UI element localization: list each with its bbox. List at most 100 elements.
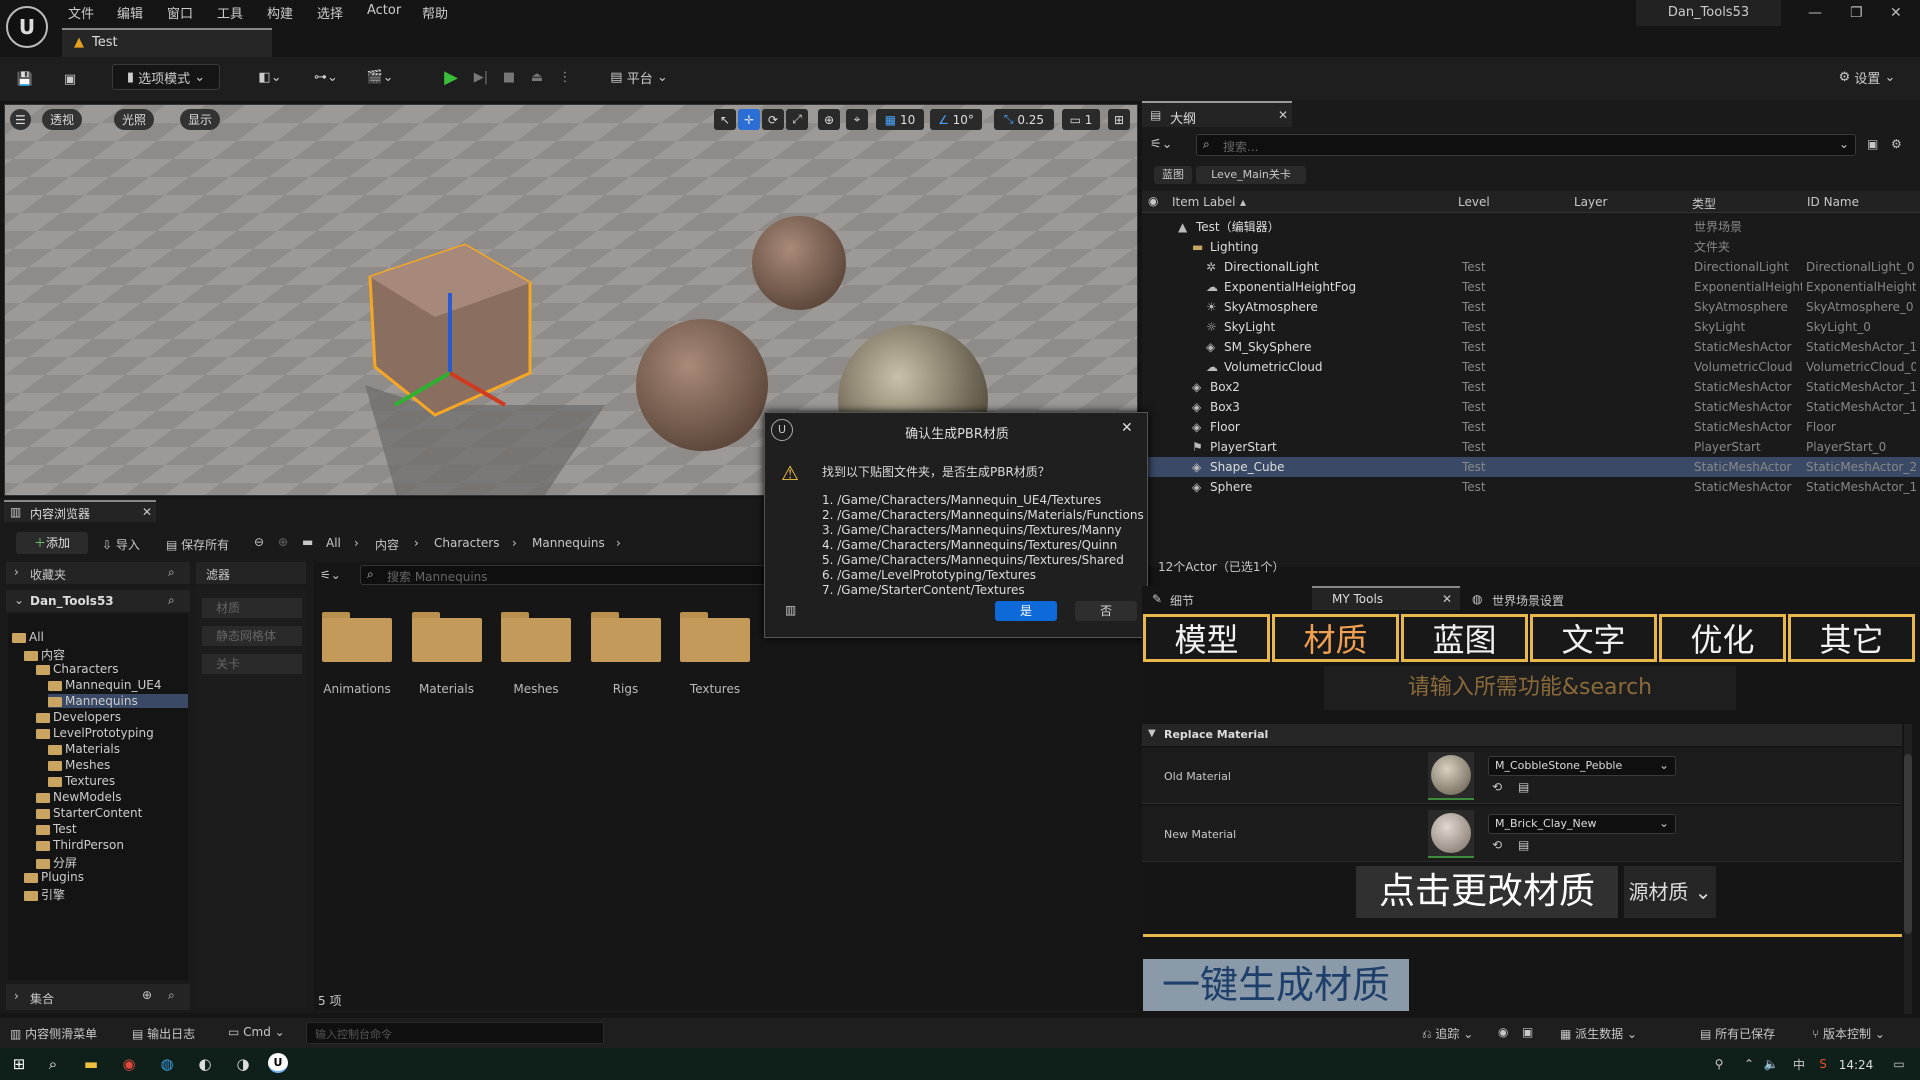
mytools-close-icon[interactable]: ✕ bbox=[1442, 592, 1452, 606]
unreal-logo-icon[interactable]: U bbox=[6, 6, 48, 48]
scale-icon[interactable]: ⤢ bbox=[786, 109, 808, 130]
details-tab[interactable]: ✎ 细节 bbox=[1150, 590, 1300, 610]
outliner-search[interactable]: ⌕ 搜索... ⌄ bbox=[1196, 134, 1856, 156]
folder-icon[interactable] bbox=[411, 612, 482, 662]
outliner-row[interactable]: ☼ SkyLight Test SkyLight SkyLight_0 bbox=[1142, 317, 1920, 337]
menu-actor[interactable]: Actor bbox=[367, 3, 401, 18]
col-level[interactable]: Level bbox=[1458, 195, 1490, 209]
save-icon[interactable]: 💾 bbox=[14, 66, 36, 92]
version-control-dropdown[interactable]: ⑂ 版本控制 ⌄ bbox=[1812, 1025, 1885, 1042]
browse-icon[interactable]: ▣ bbox=[58, 66, 82, 92]
tab-model[interactable]: 模型 bbox=[1143, 614, 1270, 662]
minimize-icon[interactable]: — bbox=[1808, 5, 1822, 21]
show-button[interactable]: 显示 bbox=[180, 109, 221, 130]
menu-file[interactable]: 文件 bbox=[68, 3, 94, 22]
console-input[interactable]: 输入控制台命令 bbox=[306, 1022, 604, 1044]
clipboard-icon[interactable]: ▥ bbox=[785, 603, 796, 617]
unreal-taskbar-icon[interactable]: U bbox=[268, 1053, 288, 1073]
add-collection-icon[interactable]: ⊕ bbox=[142, 988, 152, 1002]
menu-tools[interactable]: 工具 bbox=[217, 3, 243, 22]
save-status[interactable]: ▤ 所有已保存 bbox=[1700, 1025, 1775, 1042]
chip-level[interactable]: Leve_Main关卡 bbox=[1196, 166, 1306, 184]
outliner-row[interactable]: ◈ Shape_Cube Test StaticMeshActor StaticMesh… bbox=[1142, 457, 1920, 477]
dialog-close-icon[interactable]: ✕ bbox=[1121, 420, 1133, 436]
rotate-icon[interactable]: ⟳ bbox=[762, 109, 784, 130]
tree-item[interactable]: StarterContent bbox=[36, 806, 142, 820]
angle-snap[interactable]: ∠ 10° bbox=[930, 109, 982, 130]
outliner-row[interactable]: ▬ Lighting 文件夹 bbox=[1142, 237, 1920, 257]
edge-icon[interactable]: ◍ bbox=[156, 1053, 178, 1075]
add-folder-icon[interactable]: ▣ bbox=[1867, 137, 1878, 151]
crumb-characters[interactable]: Characters bbox=[434, 536, 500, 550]
viewport-menu-icon[interactable]: ☰ bbox=[10, 109, 31, 130]
tree-item[interactable]: Mannequins bbox=[48, 694, 188, 708]
collections-header[interactable]: › 集合 ⊕ ⌕ bbox=[6, 984, 190, 1010]
menu-edit[interactable]: 编辑 bbox=[117, 3, 143, 22]
scale-snap[interactable]: ⤡ 0.25 bbox=[994, 109, 1054, 130]
save-all-button[interactable]: ▤ 保存所有 bbox=[166, 536, 229, 553]
folder-icon[interactable] bbox=[590, 612, 661, 662]
generate-material-button[interactable]: 一键生成材质 bbox=[1143, 959, 1409, 1011]
surface-snap-icon[interactable]: ⌖ bbox=[846, 109, 868, 130]
folder-icon[interactable] bbox=[501, 612, 571, 662]
chip-blueprint[interactable]: 蓝图 bbox=[1154, 166, 1192, 184]
mode-dropdown[interactable]: ▮ 选项模式 ⌄ bbox=[112, 64, 220, 90]
play-icon[interactable]: ▶ bbox=[440, 64, 462, 90]
blueprint-icon[interactable]: ⊶⌄ bbox=[306, 64, 346, 90]
outliner-row[interactable]: ◈ Sphere Test StaticMeshActor StaticMeshActo… bbox=[1142, 477, 1920, 497]
tree-item[interactable]: Characters bbox=[36, 662, 119, 676]
forward-icon[interactable]: ⊕ bbox=[278, 535, 288, 549]
camera-speed[interactable]: ▭ 1 bbox=[1062, 109, 1100, 130]
ime-icon[interactable]: 中 bbox=[1788, 1053, 1810, 1075]
filter-static-mesh[interactable]: 静态网格体 bbox=[202, 626, 302, 646]
outliner-row[interactable]: ⚑ PlayerStart Test PlayerStart PlayerStart_0 bbox=[1142, 437, 1920, 457]
collections-search-icon[interactable]: ⌕ bbox=[168, 988, 175, 1003]
close-icon[interactable]: ✕ bbox=[1890, 5, 1902, 21]
outliner-tab[interactable]: ▤ 大纲 ✕ bbox=[1142, 101, 1292, 127]
outliner-row[interactable]: ☀ SkyAtmosphere Test SkyAtmosphere SkyAtmosp… bbox=[1142, 297, 1920, 317]
tree-item[interactable]: Mannequin_UE4 bbox=[48, 678, 161, 692]
back-icon[interactable]: ⊖ bbox=[254, 535, 264, 549]
tree-item[interactable]: NewModels bbox=[36, 790, 121, 804]
notification-icon[interactable]: ▭ bbox=[1888, 1053, 1910, 1075]
tab-text[interactable]: 文字 bbox=[1530, 614, 1657, 662]
menu-select[interactable]: 选择 bbox=[317, 3, 343, 22]
browse-asset-icon[interactable]: ▤ bbox=[1518, 838, 1529, 852]
col-layer[interactable]: Layer bbox=[1574, 195, 1607, 209]
crumb-all[interactable]: All bbox=[326, 536, 341, 550]
level-tab[interactable]: ▲ Test bbox=[62, 28, 272, 57]
content-browser-tab[interactable]: ▥ 内容浏览器 ✕ bbox=[4, 500, 156, 522]
world-icon[interactable]: ⊕ bbox=[818, 109, 840, 130]
new-material-dropdown[interactable]: M_Brick_Clay_New ⌄ bbox=[1488, 814, 1676, 834]
outliner-row[interactable]: ▲ Test（编辑器） 世界场景 bbox=[1142, 217, 1920, 237]
tree-item[interactable]: LevelPrototyping bbox=[36, 726, 154, 740]
favorites-header[interactable]: › 收藏夹 ⌕ bbox=[6, 562, 190, 584]
perspective-button[interactable]: 透视 bbox=[42, 109, 83, 130]
trace-dropdown[interactable]: ⎌ 追踪 ⌄ bbox=[1422, 1025, 1473, 1042]
grid-snap[interactable]: ▦ 10 bbox=[876, 109, 924, 130]
no-button[interactable]: 否 bbox=[1075, 601, 1137, 621]
derived-data-dropdown[interactable]: ▦ 派生数据 ⌄ bbox=[1560, 1025, 1637, 1042]
translate-icon[interactable]: ✛ bbox=[738, 109, 760, 130]
tab-blueprint[interactable]: 蓝图 bbox=[1401, 614, 1528, 662]
filter-level[interactable]: 关卡 bbox=[202, 654, 302, 674]
menu-build[interactable]: 构建 bbox=[267, 3, 293, 22]
browse-asset-icon[interactable]: ▤ bbox=[1518, 780, 1529, 794]
user-icon[interactable]: ⚲ bbox=[1708, 1053, 1730, 1075]
crumb-mannequins[interactable]: Mannequins bbox=[532, 536, 605, 550]
tray-up-icon[interactable]: ⌃ bbox=[1738, 1053, 1760, 1075]
outliner-row[interactable]: ☁ ExponentialHeightFog Test ExponentialHeig… bbox=[1142, 277, 1920, 297]
mytools-tab[interactable]: MY Tools ✕ bbox=[1312, 586, 1460, 610]
eject-icon[interactable]: ⏏ bbox=[526, 64, 548, 90]
col-id-name[interactable]: ID Name bbox=[1807, 195, 1859, 209]
yes-button[interactable]: 是 bbox=[995, 601, 1057, 621]
outliner-row[interactable]: ◈ Floor Test StaticMeshActor Floor bbox=[1142, 417, 1920, 437]
step-icon[interactable]: ▶| bbox=[470, 64, 492, 90]
function-search-input[interactable]: 请输入所需功能&search bbox=[1324, 666, 1736, 710]
app2-icon[interactable]: ◑ bbox=[232, 1053, 254, 1075]
filter-icon[interactable]: ⚟⌄ bbox=[1150, 137, 1173, 152]
record-icon[interactable]: ◉ bbox=[1498, 1025, 1508, 1039]
project-search-icon[interactable]: ⌕ bbox=[168, 593, 175, 608]
settings-button[interactable]: ⚙ 设置 ⌄ bbox=[1832, 64, 1902, 90]
new-material-thumb[interactable] bbox=[1428, 810, 1474, 858]
